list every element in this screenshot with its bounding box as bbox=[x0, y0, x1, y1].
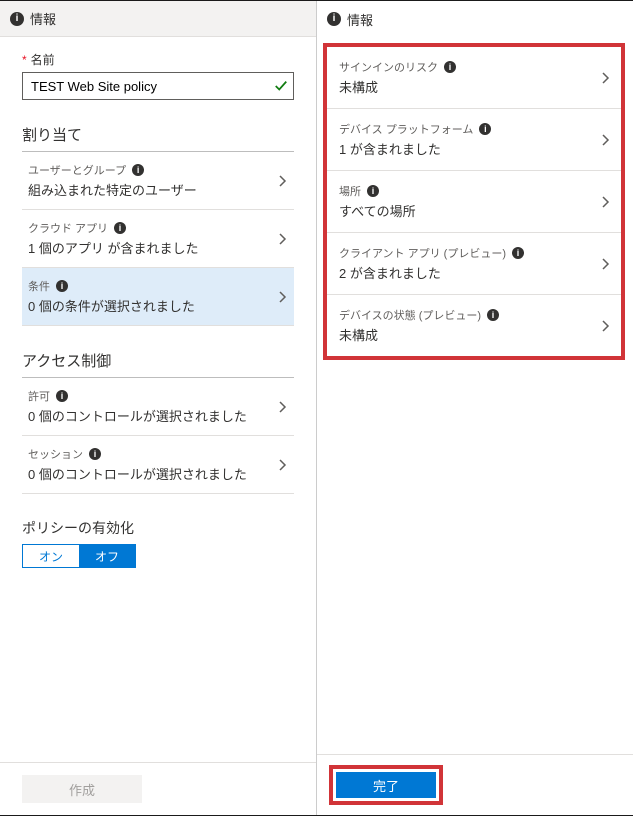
chevron-right-icon bbox=[276, 400, 290, 414]
chevron-right-icon bbox=[599, 257, 613, 271]
chevron-right-icon bbox=[599, 319, 613, 333]
left-tab-label: 情報 bbox=[30, 9, 56, 28]
info-icon: i bbox=[10, 12, 24, 26]
item-session[interactable]: セッションi 0 個のコントロールが選択されました bbox=[22, 436, 294, 494]
right-footer: 完了 bbox=[317, 754, 633, 815]
section-access-title: アクセス制御 bbox=[22, 350, 294, 378]
chevron-right-icon bbox=[276, 290, 290, 304]
info-icon: i bbox=[512, 247, 524, 259]
check-icon bbox=[274, 79, 288, 93]
info-icon: i bbox=[114, 222, 126, 234]
required-marker: * bbox=[22, 53, 27, 67]
item-conditions[interactable]: 条件i 0 個の条件が選択されました bbox=[22, 268, 294, 326]
left-tab-header: i 情報 bbox=[0, 1, 316, 37]
info-icon: i bbox=[479, 123, 491, 135]
section-assignment-title: 割り当て bbox=[22, 124, 294, 152]
item-grant[interactable]: 許可i 0 個のコントロールが選択されました bbox=[22, 378, 294, 436]
chevron-right-icon bbox=[599, 71, 613, 85]
info-icon: i bbox=[327, 12, 341, 26]
right-tab-header: i 情報 bbox=[317, 1, 633, 37]
policy-enable-title: ポリシーの有効化 bbox=[22, 518, 294, 538]
right-tab-label: 情報 bbox=[347, 10, 373, 29]
info-icon: i bbox=[56, 280, 68, 292]
chevron-right-icon bbox=[599, 195, 613, 209]
item-users-groups[interactable]: ユーザーとグループi 組み込まれた特定のユーザー bbox=[22, 152, 294, 210]
done-button-highlight: 完了 bbox=[329, 765, 443, 805]
done-button[interactable]: 完了 bbox=[336, 772, 436, 798]
policy-enable-toggle: オン オフ bbox=[22, 544, 136, 568]
toggle-on[interactable]: オン bbox=[23, 545, 79, 567]
info-icon: i bbox=[444, 61, 456, 73]
conditions-highlight: サインインのリスクi 未構成 デバイス プラットフォームi 1 が含まれました … bbox=[323, 43, 625, 360]
left-footer: 作成 bbox=[0, 762, 316, 815]
right-panel: i 情報 サインインのリスクi 未構成 デバイス プラットフォームi 1 が含ま… bbox=[317, 1, 633, 815]
item-locations[interactable]: 場所i すべての場所 bbox=[327, 171, 621, 233]
right-panel-body: サインインのリスクi 未構成 デバイス プラットフォームi 1 が含まれました … bbox=[317, 37, 633, 754]
left-panel-body: *名前 割り当て ユーザーとグループi 組み込まれた特定のユーザー クラウド bbox=[0, 37, 316, 762]
chevron-right-icon bbox=[276, 232, 290, 246]
left-panel: i 情報 *名前 割り当て ユーザーとグループi 組み込まれた特定のユーザー bbox=[0, 1, 317, 815]
info-icon: i bbox=[132, 164, 144, 176]
chevron-right-icon bbox=[276, 458, 290, 472]
info-icon: i bbox=[487, 309, 499, 321]
info-icon: i bbox=[367, 185, 379, 197]
name-input[interactable] bbox=[22, 72, 294, 100]
create-button[interactable]: 作成 bbox=[22, 775, 142, 803]
item-device-platform[interactable]: デバイス プラットフォームi 1 が含まれました bbox=[327, 109, 621, 171]
info-icon: i bbox=[56, 390, 68, 402]
name-input-wrap bbox=[22, 72, 294, 100]
item-device-state[interactable]: デバイスの状態 (プレビュー)i 未構成 bbox=[327, 295, 621, 356]
chevron-right-icon bbox=[599, 133, 613, 147]
item-signin-risk[interactable]: サインインのリスクi 未構成 bbox=[327, 47, 621, 109]
toggle-off[interactable]: オフ bbox=[79, 545, 135, 567]
item-cloud-apps[interactable]: クラウド アプリi 1 個のアプリ が含まれました bbox=[22, 210, 294, 268]
name-field-label: *名前 bbox=[22, 51, 294, 68]
item-client-apps[interactable]: クライアント アプリ (プレビュー)i 2 が含まれました bbox=[327, 233, 621, 295]
info-icon: i bbox=[89, 448, 101, 460]
chevron-right-icon bbox=[276, 174, 290, 188]
